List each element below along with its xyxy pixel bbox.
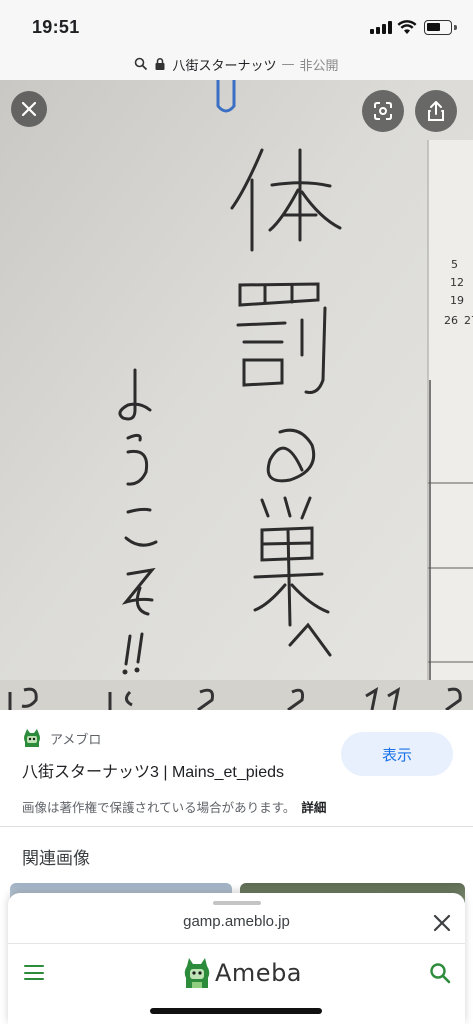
url-site-name: 八街スターナッツ xyxy=(172,58,277,74)
menu-icon[interactable] xyxy=(24,965,44,981)
home-indicator[interactable] xyxy=(150,1008,322,1014)
address-bar[interactable]: 八街スターナッツ — 非公開 xyxy=(0,48,473,80)
copyright-notice-text: 画像は著作権で保護されている場合があります。 xyxy=(22,800,296,815)
battery-icon xyxy=(424,20,452,35)
ameba-logo[interactable]: Ameba xyxy=(183,955,302,991)
related-images-heading: 関連画像 xyxy=(22,849,90,869)
share-icon xyxy=(428,101,444,121)
sheet-drag-handle[interactable] xyxy=(213,901,261,905)
svg-text:5: 5 xyxy=(451,258,458,271)
share-button[interactable] xyxy=(415,90,457,132)
ameba-mascot-icon xyxy=(184,958,210,988)
wifi-icon xyxy=(397,20,417,34)
status-bar: 19:51 xyxy=(0,0,473,48)
close-preview-button[interactable] xyxy=(11,91,47,127)
cellular-signal-icon xyxy=(370,21,392,34)
svg-text:26: 26 xyxy=(444,314,458,327)
svg-text:12: 12 xyxy=(450,276,464,289)
url-privacy-status: 非公開 xyxy=(299,58,339,74)
view-button[interactable]: 表示 xyxy=(341,732,453,776)
url-separator: — xyxy=(281,56,295,72)
search-icon[interactable] xyxy=(428,961,452,985)
svg-text:19: 19 xyxy=(450,294,464,307)
copyright-notice: 画像は著作権で保護されている場合があります。 詳細 xyxy=(22,797,326,816)
ameba-wordmark: Ameba xyxy=(215,959,303,987)
source-row[interactable]: アメブロ xyxy=(22,728,101,748)
status-time: 19:51 xyxy=(32,17,80,37)
close-icon xyxy=(21,101,37,117)
close-sheet-icon[interactable] xyxy=(430,911,454,935)
lens-icon xyxy=(374,102,392,120)
preview-photo: 5 12 19 26 27 xyxy=(0,80,473,710)
lock-icon xyxy=(155,57,165,70)
lens-search-button[interactable] xyxy=(362,90,404,132)
ameba-header: Ameba xyxy=(8,951,465,1001)
site-preview-sheet[interactable]: gamp.ameblo.jp Ameba xyxy=(8,893,465,1024)
sheet-divider xyxy=(8,943,465,944)
source-name: アメブロ xyxy=(50,732,102,748)
search-icon xyxy=(135,57,148,71)
divider xyxy=(0,826,473,827)
result-title[interactable]: 八街スターナッツ3 | Mains_et_pieds xyxy=(22,758,284,782)
battery-tip xyxy=(454,25,457,30)
image-preview[interactable]: 5 12 19 26 27 xyxy=(0,80,473,710)
sheet-domain: gamp.ameblo.jp xyxy=(183,913,290,930)
svg-text:27: 27 xyxy=(464,314,473,327)
details-link[interactable]: 詳細 xyxy=(301,800,326,815)
ameblo-favicon-icon xyxy=(24,729,40,747)
